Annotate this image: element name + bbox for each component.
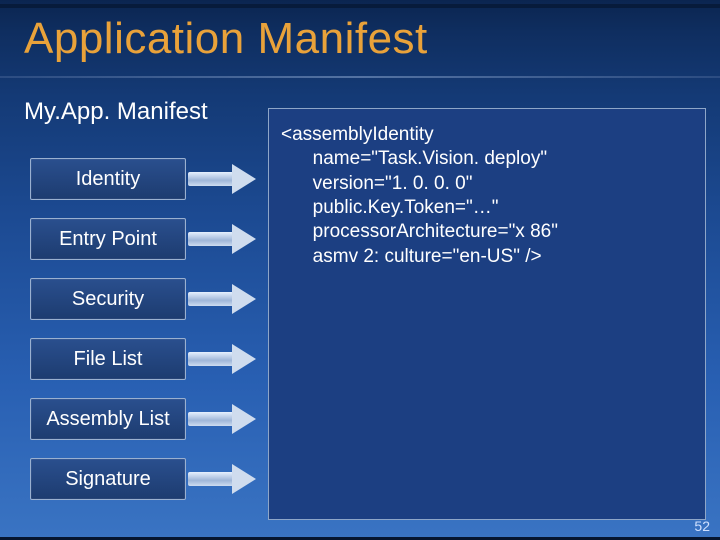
code-line: asmv 2: culture="en-US" />: [281, 246, 542, 267]
part-entry-point: Entry Point: [30, 218, 186, 260]
arrow-icon: [188, 468, 258, 490]
arrow-icon: [188, 288, 258, 310]
part-security: Security: [30, 278, 186, 320]
code-line: processorArchitecture="x 86": [281, 221, 558, 242]
code-line: version="1. 0. 0. 0": [281, 173, 472, 194]
arrow-icon: [188, 168, 258, 190]
part-identity: Identity: [30, 158, 186, 200]
slide: Application Manifest My.App. Manifest Id…: [0, 0, 720, 540]
arrow-icon: [188, 408, 258, 430]
code-line: public.Key.Token="…": [281, 197, 499, 218]
code-line: <assemblyIdentity: [281, 124, 434, 145]
arrow-icon: [188, 228, 258, 250]
xml-code-panel: <assemblyIdentity name="Task.Vision. dep…: [268, 108, 706, 520]
manifest-filename: My.App. Manifest: [24, 98, 208, 126]
part-file-list: File List: [30, 338, 186, 380]
part-signature: Signature: [30, 458, 186, 500]
arrow-icon: [188, 348, 258, 370]
code-line: name="Task.Vision. deploy": [281, 148, 547, 169]
title-underline: [0, 76, 720, 78]
xml-code: <assemblyIdentity name="Task.Vision. dep…: [281, 123, 693, 269]
page-number: 52: [694, 518, 710, 534]
manifest-parts-list: Identity Entry Point Security File List …: [30, 158, 190, 518]
part-assembly-list: Assembly List: [30, 398, 186, 440]
top-divider: [0, 4, 720, 8]
slide-title: Application Manifest: [24, 14, 428, 64]
